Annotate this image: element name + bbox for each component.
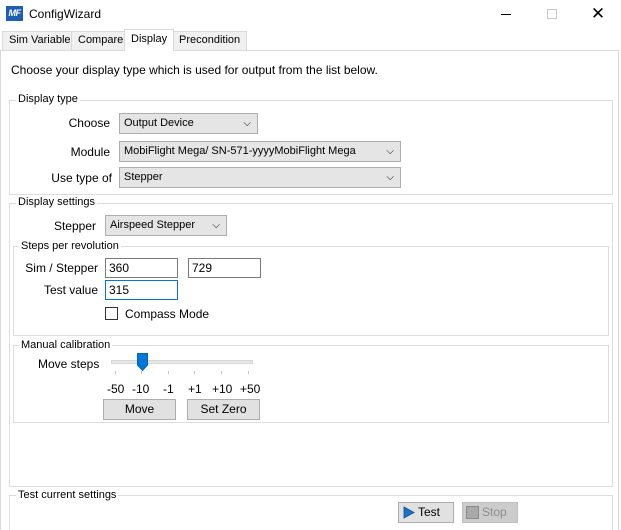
- steps-per-revolution-legend: Steps per revolution: [19, 240, 121, 252]
- slider-tick: [168, 371, 169, 374]
- manual-calibration-legend: Manual calibration: [19, 339, 113, 351]
- minimize-icon: [501, 13, 511, 15]
- slider-label-minus-50: -50: [107, 382, 125, 396]
- test-value-input[interactable]: [105, 280, 178, 300]
- compass-mode-checkbox[interactable]: [105, 307, 118, 320]
- chevron-down-icon: ⌵: [386, 172, 394, 183]
- choose-dropdown[interactable]: Output Device ⌵: [119, 113, 258, 134]
- mobiflight-logo-icon: MF: [6, 6, 23, 21]
- maximize-icon: [547, 9, 557, 19]
- sim-steps-input[interactable]: [105, 258, 178, 278]
- slider-label-minus-10: -10: [132, 382, 150, 396]
- chevron-down-icon: ⌵: [243, 118, 251, 129]
- use-type-value: Stepper: [124, 171, 163, 183]
- test-value-label: Test value: [43, 283, 98, 297]
- play-icon: [403, 506, 415, 520]
- intro-text: Choose your display type which is used f…: [11, 63, 378, 77]
- move-button[interactable]: Move: [103, 399, 176, 420]
- test-button-label: Test: [418, 505, 441, 519]
- tab-precondition[interactable]: Precondition: [172, 31, 248, 50]
- slider-label-plus-1: +1: [188, 382, 202, 396]
- chevron-down-icon: ⌵: [386, 146, 394, 157]
- window-title: ConfigWizard: [29, 7, 102, 21]
- display-settings-legend: Display settings: [16, 196, 98, 208]
- move-steps-label: Move steps: [38, 357, 100, 371]
- minimize-button[interactable]: [483, 0, 529, 28]
- tab-display[interactable]: Display: [124, 29, 175, 51]
- maximize-button[interactable]: [529, 0, 575, 28]
- stepper-steps-input[interactable]: [188, 258, 261, 278]
- choose-value: Output Device: [124, 117, 194, 129]
- display-type-legend: Display type: [16, 93, 80, 105]
- slider-tick: [248, 371, 249, 374]
- stop-button[interactable]: Stop: [462, 502, 518, 523]
- steps-per-revolution-group: [13, 246, 609, 336]
- module-value: MobiFlight Mega/ SN-571-yyyyMobiFlight M…: [124, 145, 356, 157]
- slider-label-plus-50: +50: [240, 382, 261, 396]
- stop-button-label: Stop: [482, 505, 507, 519]
- slider-thumb[interactable]: [137, 353, 148, 371]
- choose-label: Choose: [68, 116, 110, 130]
- module-label: Module: [70, 145, 110, 159]
- slider-tick: [141, 371, 142, 374]
- compass-mode-label: Compass Mode: [125, 307, 210, 321]
- slider-label-minus-1: -1: [163, 382, 174, 396]
- slider-tick: [115, 371, 116, 374]
- close-icon: ✕: [590, 3, 606, 24]
- chevron-down-icon: ⌵: [212, 220, 220, 231]
- slider-label-plus-10: +10: [212, 382, 233, 396]
- use-type-label: Use type of: [51, 171, 112, 185]
- tab-compare[interactable]: Compare: [71, 31, 131, 50]
- slider-tick: [194, 371, 195, 374]
- stepper-label: Stepper: [53, 219, 96, 233]
- use-type-dropdown[interactable]: Stepper ⌵: [119, 167, 401, 188]
- tab-sim-variable[interactable]: Sim Variable: [2, 31, 78, 50]
- stepper-value: Airspeed Stepper: [110, 219, 195, 231]
- close-button[interactable]: ✕: [575, 0, 621, 28]
- stop-icon: [466, 506, 479, 520]
- test-button[interactable]: Test: [398, 502, 454, 523]
- sim-stepper-label: Sim / Stepper: [25, 261, 98, 275]
- module-dropdown[interactable]: MobiFlight Mega/ SN-571-yyyyMobiFlight M…: [119, 141, 401, 162]
- stepper-dropdown[interactable]: Airspeed Stepper ⌵: [105, 215, 227, 236]
- slider-tick: [221, 371, 222, 374]
- test-settings-legend: Test current settings: [16, 489, 119, 501]
- set-zero-button[interactable]: Set Zero: [187, 399, 260, 420]
- move-steps-slider-track[interactable]: [111, 360, 253, 364]
